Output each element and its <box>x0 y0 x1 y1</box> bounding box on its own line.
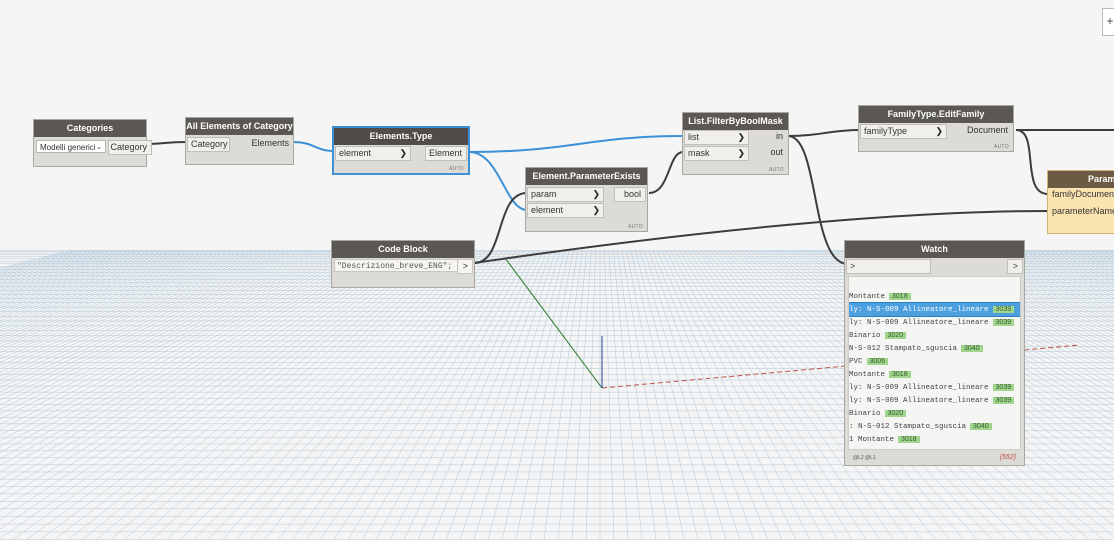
node-elements-type[interactable]: Elements.Type element ❯ Element AUTO <box>332 126 470 175</box>
watch-list-item[interactable]: ly: N-S-009 Allineatore_lineare 3039 <box>849 302 1020 317</box>
input-port-list[interactable]: list ❯ <box>684 130 749 145</box>
item-count-badge: 3040 <box>970 423 992 430</box>
item-text: 1 Montante <box>849 436 895 444</box>
item-text: ly: N-S-009 Allineatore_lineare <box>849 319 989 327</box>
node-title[interactable]: Code Block <box>332 241 474 258</box>
node-title[interactable]: FamilyType.EditFamily <box>859 106 1013 123</box>
item-count-badge: 3039 <box>992 306 1015 313</box>
item-count-badge: 3006 <box>866 358 889 365</box>
chevron-right-icon: ❯ <box>592 189 600 199</box>
input-port-element[interactable]: element ❯ <box>335 146 411 161</box>
node-title[interactable]: All Elements of Category <box>186 118 293 135</box>
watch-list-item[interactable]: Montante 3018 <box>849 368 1020 381</box>
node-title[interactable]: Categories <box>34 120 146 137</box>
port-label: familyType <box>864 126 908 136</box>
watch-list-item[interactable]: : N-S-012 Stampato_sguscia 3040 <box>849 420 1020 433</box>
input-port-category[interactable]: Category <box>187 137 230 152</box>
item-count-badge: 3018 <box>889 293 911 300</box>
port-label: element <box>339 148 372 158</box>
output-port-document[interactable]: Document <box>958 124 1012 137</box>
output-port-element[interactable]: Element <box>425 146 467 161</box>
chevron-right-icon: ❯ <box>737 148 745 158</box>
item-text: : N-S-012 Stampato_sguscia <box>849 423 967 431</box>
node-code-block[interactable]: Code Block "Descrizione_breve_ENG"; > <box>331 240 475 288</box>
node-categories[interactable]: Categories Modelli generici ⌄ Category <box>33 119 152 167</box>
watch-list-item[interactable]: Montante 3018 <box>849 290 1020 303</box>
chevron-down-icon: ⌄ <box>96 144 102 151</box>
port-label: list <box>688 132 699 142</box>
input-port-mask[interactable]: mask ❯ <box>684 146 749 161</box>
node-param[interactable]: Param familyDocument parameterName <box>1047 170 1114 234</box>
dropdown-value: Modelli generici <box>40 143 96 152</box>
lacing-label: AUTO <box>628 224 643 230</box>
watch-list-item[interactable]: PVC 3006 <box>849 355 1020 368</box>
item-count: {552} <box>999 454 1016 461</box>
watch-list-item[interactable]: Binario 3020 <box>849 329 1020 342</box>
node-title[interactable]: Element.ParameterExists <box>526 168 647 185</box>
chevron-right-icon: ❯ <box>935 126 943 136</box>
node-element-parameterexists[interactable]: Element.ParameterExists param ❯ element … <box>525 167 648 232</box>
graph-canvas[interactable]: Categories Modelli generici ⌄ Category A… <box>0 0 1114 540</box>
lacing-label: AUTO <box>994 144 1009 150</box>
chevron-right-icon: ❯ <box>592 205 600 215</box>
watch-list-item[interactable]: N-S-012 Stampato_sguscia 3040 <box>849 342 1020 355</box>
watch-list-item[interactable]: ly: N-S-009 Allineatore_lineare 3039 <box>849 316 1020 329</box>
watch-list-item[interactable]: ly: N-S-009 Allineatore_lineare 3039 <box>849 394 1020 407</box>
node-list-filterbyboolmask[interactable]: List.FilterByBoolMask list ❯ mask ❯ in o… <box>682 112 789 175</box>
lacing-label: AUTO <box>449 166 464 172</box>
output-port[interactable]: > <box>457 259 473 274</box>
node-title[interactable]: Elements.Type <box>334 128 468 145</box>
input-port-parametername[interactable]: parameterName <box>1049 205 1114 218</box>
code-input[interactable]: "Descrizione_breve_ENG"; <box>334 259 460 272</box>
output-port-in[interactable]: in <box>761 130 787 143</box>
item-count-badge: 3020 <box>884 410 907 417</box>
item-count-badge: 3020 <box>884 332 907 339</box>
node-all-elements-of-category[interactable]: All Elements of Category Category Elemen… <box>185 117 294 165</box>
item-count-badge: 3040 <box>961 345 983 352</box>
item-text: Binario <box>849 332 881 340</box>
port-label: mask <box>688 148 710 158</box>
output-port-elements[interactable]: Elements <box>239 137 293 150</box>
item-count-badge: 3039 <box>992 319 1015 326</box>
chevron-right-icon: ❯ <box>737 132 745 142</box>
node-title[interactable]: Param <box>1048 171 1114 188</box>
item-text: PVC <box>849 358 863 366</box>
node-title[interactable]: Watch <box>845 241 1024 258</box>
item-count-badge: 3018 <box>889 371 911 378</box>
watch-list-item[interactable]: ly: N-S-009 Allineatore_lineare 3039 <box>849 381 1020 394</box>
item-count-badge: 3018 <box>898 436 920 443</box>
output-port-out[interactable]: out <box>761 146 787 159</box>
node-title[interactable]: List.FilterByBoolMask <box>683 113 788 130</box>
item-text: Montante <box>849 293 886 301</box>
input-port[interactable]: > <box>846 259 931 274</box>
input-port-element[interactable]: element ❯ <box>527 203 604 218</box>
watch-output-list[interactable]: Montante 3018 ly: N-S-009 Allineatore_line… <box>848 276 1021 450</box>
watch-list-item[interactable]: 1 Montante 3018 <box>849 433 1020 446</box>
node-watch[interactable]: Watch > > Montante 3018 ly: N-S-009 Alline… <box>844 240 1025 466</box>
item-text: ly: N-S-009 Allineatore_lineare <box>849 397 989 405</box>
output-port-category[interactable]: Category <box>108 140 152 155</box>
lacing-label: AUTO <box>769 167 784 173</box>
list-levels: @L2 @L1 <box>853 455 876 461</box>
node-familytype-editfamily[interactable]: FamilyType.EditFamily familyType ❯ Docum… <box>858 105 1014 152</box>
item-text: ly: N-S-009 Allineatore_lineare <box>849 384 989 392</box>
input-port-familytype[interactable]: familyType ❯ <box>860 124 947 139</box>
output-port[interactable]: > <box>1007 259 1023 274</box>
item-count-badge: 3039 <box>992 384 1015 391</box>
watch-list-item[interactable]: Binario 3020 <box>849 407 1020 420</box>
chevron-right-icon: ❯ <box>399 148 407 158</box>
port-label: param <box>531 189 557 199</box>
item-text: Binario <box>849 410 881 418</box>
input-port-param[interactable]: param ❯ <box>527 187 604 202</box>
output-port-bool[interactable]: bool <box>614 187 646 202</box>
item-text: Montante <box>849 371 886 379</box>
category-dropdown[interactable]: Modelli generici ⌄ <box>36 140 106 153</box>
item-text: ly: N-S-009 Allineatore_lineare <box>849 306 989 314</box>
item-text: N-S-012 Stampato_sguscia <box>849 345 958 353</box>
item-count-badge: 3039 <box>992 397 1015 404</box>
port-label: element <box>531 205 564 215</box>
input-port-familydocument[interactable]: familyDocument <box>1049 188 1114 201</box>
zoom-plus-icon[interactable]: + <box>1102 8 1114 36</box>
